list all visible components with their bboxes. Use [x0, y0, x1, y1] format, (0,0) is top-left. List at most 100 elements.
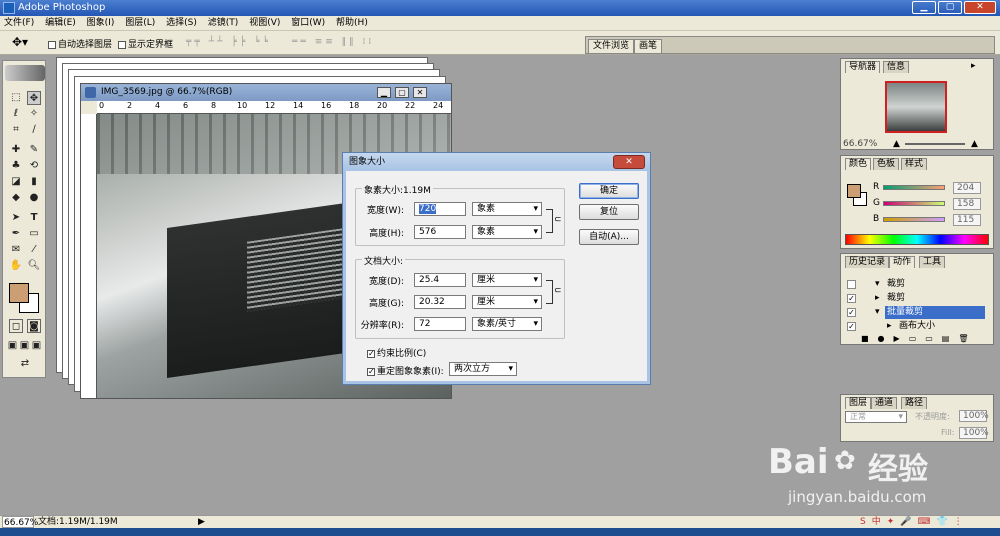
lasso-tool-icon[interactable]: ℓ	[9, 107, 23, 121]
vertical-ruler[interactable]	[81, 114, 97, 398]
ok-button[interactable]: 确定	[579, 183, 639, 199]
doc-maximize-button[interactable]: ▢	[395, 87, 409, 98]
horizontal-ruler[interactable]: 0 2 4 6 8 10 12 14 16 18 20 22 24	[97, 101, 451, 114]
zoom-slider[interactable]	[905, 143, 965, 145]
menu-window[interactable]: 窗口(W)	[287, 16, 329, 31]
doc-minimize-button[interactable]: ▁	[377, 87, 391, 98]
actions-toolbar-icons[interactable]: ■●▶▭▭▤🗑	[861, 334, 978, 343]
eyedropper-tool-icon[interactable]: ⁄	[27, 243, 41, 257]
hand-tool-icon[interactable]: ✋	[9, 259, 23, 273]
dodge-tool-icon[interactable]: ●	[27, 191, 41, 205]
magic-wand-tool-icon[interactable]: ✧	[27, 107, 41, 121]
g-slider[interactable]	[883, 201, 945, 206]
navigator-zoom-value[interactable]: 66.67%	[843, 139, 877, 149]
panel-menu-icon[interactable]: ▸	[971, 61, 976, 71]
document-title-bar[interactable]: IMG_3569.jpg @ 66.7%(RGB) ▁ ▢ ✕	[81, 84, 451, 101]
menu-layer[interactable]: 图层(L)	[121, 16, 159, 31]
menu-file[interactable]: 文件(F)	[0, 16, 38, 31]
resample-method-select[interactable]: 两次立方	[449, 362, 517, 376]
dialog-title-bar[interactable]: 图象大小 ✕	[343, 153, 650, 171]
menu-help[interactable]: 帮助(H)	[332, 16, 372, 31]
doc-height-input[interactable]: 20.32	[414, 295, 466, 309]
crop-tool-icon[interactable]: ⌗	[9, 123, 23, 137]
tab-info[interactable]: 信息	[883, 61, 910, 73]
gradient-tool-icon[interactable]: ▮	[27, 175, 41, 189]
color-fg-swatch[interactable]	[847, 184, 861, 198]
pixel-height-input[interactable]: 576	[414, 225, 466, 239]
tab-swatches[interactable]: 色板	[873, 158, 900, 170]
action-expand-icon[interactable]: ▸	[887, 320, 892, 333]
tab-tools[interactable]: 工具	[919, 256, 946, 268]
tab-layers[interactable]: 图层	[845, 397, 872, 409]
action-row[interactable]: ✓ ▸ 画布大小	[845, 320, 991, 333]
action-expand-icon[interactable]: ▾	[875, 306, 880, 319]
b-slider[interactable]	[883, 217, 945, 222]
tab-channels[interactable]: 通道	[871, 397, 898, 409]
pixel-width-unit-select[interactable]: 象素	[472, 202, 542, 216]
show-bounds-option[interactable]: 显示定界框	[118, 37, 173, 50]
screen-mode-full-menu-icon[interactable]: ▣	[19, 339, 30, 353]
auto-select-layer-option[interactable]: 自动选择图层	[48, 37, 112, 50]
zoom-out-icon[interactable]: ▲	[893, 139, 900, 149]
type-tool-icon[interactable]: T	[27, 211, 41, 225]
jump-to-imageready-icon[interactable]: ⇄	[15, 357, 35, 371]
constrain-proportions-option[interactable]: ✓ 约束比例(C)	[367, 346, 426, 359]
r-slider[interactable]	[883, 185, 945, 190]
blur-tool-icon[interactable]: ◆	[9, 191, 23, 205]
tab-styles[interactable]: 样式	[901, 158, 928, 170]
color-ramp[interactable]	[845, 234, 989, 245]
menu-edit[interactable]: 编辑(E)	[41, 16, 80, 31]
healing-brush-tool-icon[interactable]: ✚	[9, 143, 23, 157]
tab-paths[interactable]: 路径	[901, 397, 928, 409]
maximize-button[interactable]: ▢	[938, 1, 962, 14]
navigator-thumbnail[interactable]	[885, 81, 947, 133]
opacity-value[interactable]: 100%	[959, 410, 989, 422]
doc-width-unit-select[interactable]: 厘米	[472, 273, 542, 287]
foreground-color-swatch[interactable]	[9, 283, 29, 303]
menu-filter[interactable]: 滤镜(T)	[204, 16, 243, 31]
resample-option[interactable]: ✓ 重定图象象素(I):	[367, 364, 444, 377]
standard-mode-icon[interactable]: ◻	[9, 319, 23, 333]
b-value[interactable]: 115	[953, 214, 981, 226]
move-tool-icon[interactable]: ✥▾	[12, 35, 28, 49]
distribute-icons[interactable]: ══ ≡≡ ‖‖ ⁞⁞	[292, 37, 374, 47]
align-icons[interactable]: ╤╤ ┴┴ ╞╞ ╘╘	[186, 37, 271, 47]
pixel-height-unit-select[interactable]: 象素	[472, 225, 542, 239]
tab-color[interactable]: 颜色	[845, 158, 872, 170]
doc-close-button[interactable]: ✕	[413, 87, 427, 98]
zoom-tool-icon[interactable]: 🔍︎	[27, 259, 41, 273]
close-button[interactable]: ✕	[964, 1, 996, 14]
auto-button[interactable]: 自动(A)...	[579, 229, 639, 245]
fill-value[interactable]: 100%	[959, 427, 989, 439]
action-expand-icon[interactable]: ▾	[875, 278, 880, 291]
status-menu-arrow-icon[interactable]: ▶	[198, 516, 205, 528]
doc-height-unit-select[interactable]: 厘米	[472, 295, 542, 309]
menu-image[interactable]: 图象(I)	[83, 16, 119, 31]
resolution-input[interactable]: 72	[414, 317, 466, 331]
r-value[interactable]: 204	[953, 182, 981, 194]
menu-view[interactable]: 视图(V)	[245, 16, 284, 31]
g-value[interactable]: 158	[953, 198, 981, 210]
status-zoom[interactable]: 66.67%	[2, 516, 38, 528]
tab-actions[interactable]: 动作	[889, 256, 916, 268]
move-tool-button-icon[interactable]: ✥	[27, 91, 41, 105]
tray-icons[interactable]: S中✦🎤⌨👕⋮	[860, 516, 969, 528]
action-row[interactable]: ✓ ▸ 裁剪	[845, 292, 991, 305]
brush-tool-icon[interactable]: ✎	[27, 143, 41, 157]
screen-mode-full-icon[interactable]: ▣	[31, 339, 42, 353]
action-expand-icon[interactable]: ▸	[875, 292, 880, 305]
path-selection-tool-icon[interactable]: ➤	[9, 211, 23, 225]
resolution-unit-select[interactable]: 象素/英寸	[472, 317, 542, 331]
pixel-width-input[interactable]: 720	[414, 202, 466, 216]
shape-tool-icon[interactable]: ▭	[27, 227, 41, 241]
menu-select[interactable]: 选择(S)	[162, 16, 201, 31]
slice-tool-icon[interactable]: ∕	[27, 123, 41, 137]
tab-history[interactable]: 历史记录	[845, 256, 890, 268]
tab-brushes[interactable]: 画笔	[634, 39, 663, 53]
history-brush-tool-icon[interactable]: ⟲	[27, 159, 41, 173]
zoom-in-icon[interactable]: ▲	[971, 139, 978, 149]
clone-stamp-tool-icon[interactable]: ♣	[9, 159, 23, 173]
notes-tool-icon[interactable]: ✉	[9, 243, 23, 257]
reset-button[interactable]: 复位	[579, 204, 639, 220]
quick-mask-mode-icon[interactable]: ◙	[27, 319, 41, 333]
